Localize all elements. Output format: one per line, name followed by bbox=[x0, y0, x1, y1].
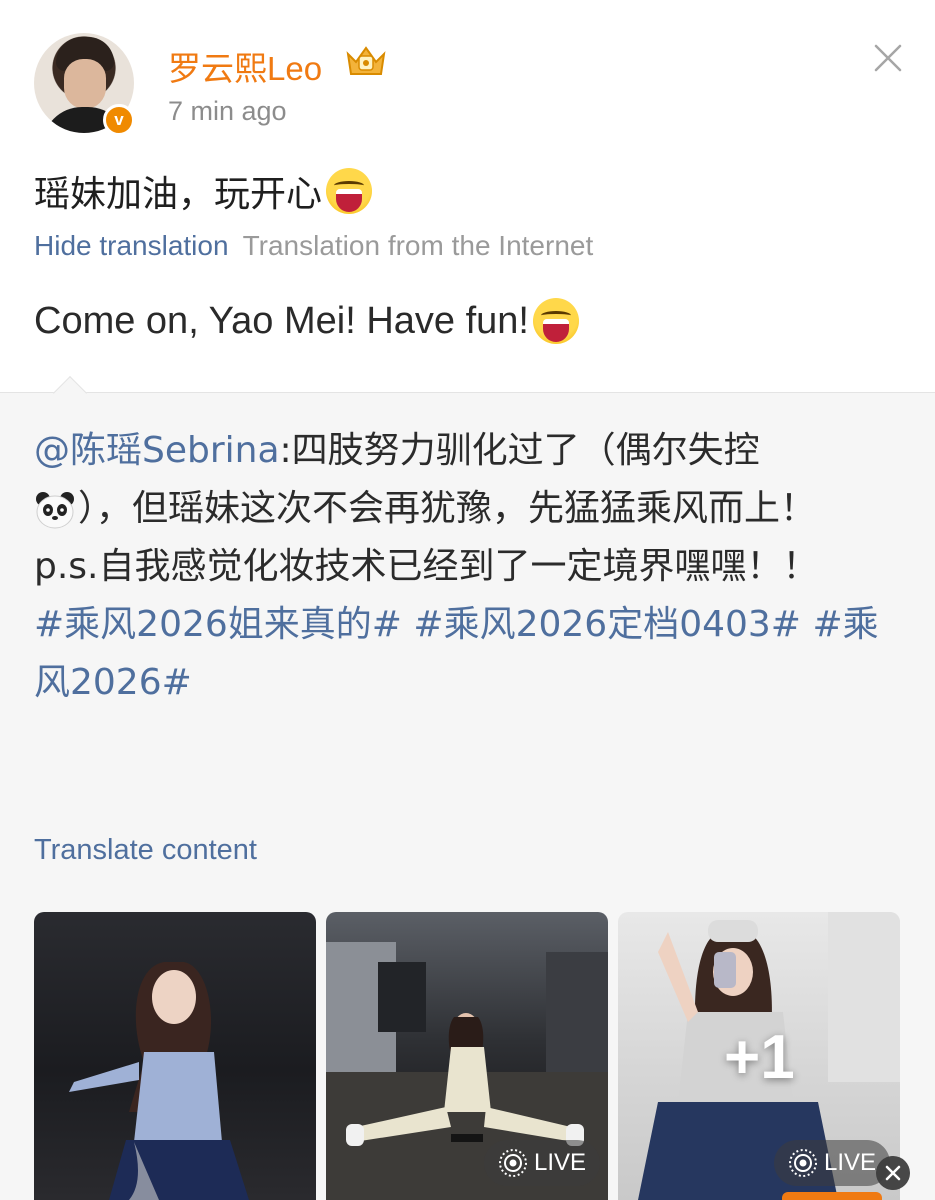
hashtag-2[interactable]: #乘风2026定档0403# bbox=[413, 604, 801, 645]
photo-1[interactable] bbox=[34, 912, 316, 1200]
live-icon bbox=[789, 1149, 817, 1177]
floating-action-edge[interactable] bbox=[782, 1192, 882, 1200]
extra-photo-count: +1 bbox=[724, 1023, 795, 1092]
grin-emoji-icon bbox=[326, 168, 373, 214]
translation-source: Translation from the Internet bbox=[242, 230, 594, 261]
post-text-content: 瑶妹加油，玩开心 bbox=[34, 174, 323, 215]
repost-text: @陈瑶Sebrina:四肢努力驯化过了（偶尔失控 ），但瑶妹这次不会再犹豫，先猛… bbox=[34, 422, 904, 712]
translate-content-link[interactable]: Translate content bbox=[34, 834, 257, 867]
photo-2[interactable]: LIVE bbox=[326, 912, 608, 1200]
live-badge[interactable]: LIVE bbox=[484, 1140, 601, 1186]
photo-grid: LIVE +1 LIVE bbox=[34, 912, 902, 1200]
live-icon bbox=[499, 1149, 527, 1177]
hashtag-1[interactable]: #乘风2026姐来真的# bbox=[34, 604, 402, 645]
translation-row: Hide translation Translation from the In… bbox=[34, 230, 593, 262]
close-icon[interactable] bbox=[870, 40, 906, 76]
dismiss-icon[interactable] bbox=[876, 1156, 910, 1190]
grin-emoji-icon bbox=[532, 298, 579, 344]
mention-link[interactable]: @陈瑶Sebrina bbox=[34, 430, 280, 471]
panda-emoji-icon bbox=[36, 492, 74, 529]
post-time: 7 min ago bbox=[168, 96, 287, 126]
live-badge[interactable]: LIVE bbox=[774, 1140, 891, 1186]
crown-icon bbox=[346, 46, 386, 75]
repost-text-part2: ），但瑶妹这次不会再犹豫，先猛猛乘风而上！ bbox=[78, 488, 817, 529]
hide-translation-link[interactable]: Hide translation bbox=[34, 230, 229, 262]
repost-text-part3: p.s.自我感觉化妆技术已经到了一定境界嘿嘿！！ bbox=[34, 546, 819, 587]
photo-3[interactable]: +1 LIVE bbox=[618, 912, 900, 1200]
photo-1-figure bbox=[69, 962, 249, 1200]
live-label: LIVE bbox=[824, 1149, 877, 1176]
live-label: LIVE bbox=[534, 1149, 587, 1176]
verified-badge-icon: v bbox=[103, 104, 135, 136]
repost-text-part1: :四肢努力驯化过了（偶尔失控 bbox=[279, 430, 760, 471]
post-text: 瑶妹加油，玩开心 bbox=[34, 165, 373, 217]
translated-text: Come on, Yao Mei! Have fun! bbox=[34, 298, 579, 344]
post-header: v 罗云熙Leo 7 min ago bbox=[0, 0, 935, 150]
username[interactable]: 罗云熙Leo bbox=[168, 42, 322, 90]
translated-text-content: Come on, Yao Mei! Have fun! bbox=[34, 299, 529, 342]
